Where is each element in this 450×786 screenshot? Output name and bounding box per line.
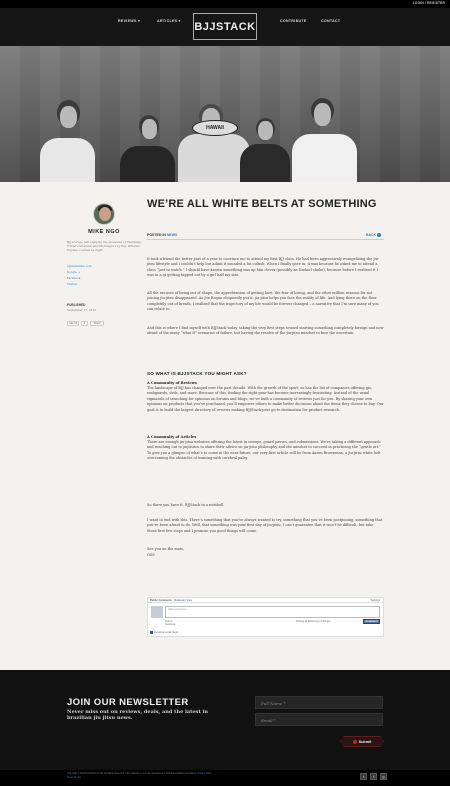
author-link-google[interactable]: Google + xyxy=(67,270,80,274)
back-link[interactable]: BACK xyxy=(366,233,382,238)
published-label: PUBLISHED xyxy=(67,303,86,307)
category-link[interactable]: NEWS xyxy=(167,233,178,237)
author-name: MIKE NGO xyxy=(88,229,120,235)
nav-reviews[interactable]: REVIEWS ▾ xyxy=(118,19,140,23)
footer-copyright: Copyright © 2013 BJJSTACK.COM. All Right… xyxy=(67,773,217,780)
closing-line: So there you have it, BJJStack in a nuts… xyxy=(147,503,225,507)
google-plus-icon[interactable]: g xyxy=(380,773,387,780)
author-link-twitter[interactable]: Twitter xyxy=(67,282,77,286)
person-5-face xyxy=(314,103,331,126)
author-bio: BJJ storage belt enjoying the pleasures … xyxy=(67,240,143,252)
copyright-text: Copyright © 2013 BJJSTACK.COM. All Right… xyxy=(67,773,197,775)
person-5 xyxy=(292,134,357,182)
subheading-articles: A Community of Articles xyxy=(147,435,197,439)
twitter-icon[interactable]: t xyxy=(360,773,367,780)
site-logo[interactable]: BJJSTACK xyxy=(193,13,257,40)
article-paragraph-2: All the excuses of being out of shape, t… xyxy=(147,291,379,312)
comments-title: Public Comments xyxy=(150,599,172,602)
logo-text: BJJSTACK xyxy=(194,20,256,33)
moderator-view-link[interactable]: Moderator View xyxy=(174,599,192,602)
login-register-link[interactable]: LOGIN / REGISTER xyxy=(413,1,445,5)
shirt-print: HAWAII xyxy=(192,120,238,136)
article-title: WE’RE ALL WHITE BELTS AT SOMETHING xyxy=(147,198,377,210)
social-plugin-note: Facebook social plugin xyxy=(150,631,178,634)
comment-input[interactable]: Add a comment... xyxy=(165,606,380,618)
articles-paragraph: There are enough jiu-jitsu websites offe… xyxy=(147,440,382,461)
submit-button[interactable]: Submit xyxy=(340,736,384,747)
commenter-avatar xyxy=(151,606,163,618)
newsletter-heading: JOIN OUR NEWSLETTER xyxy=(67,697,189,708)
tweet-button[interactable]: Tweet xyxy=(90,321,104,326)
person-1 xyxy=(40,138,95,182)
signoff-line: See you on the mats, xyxy=(147,547,185,551)
full-name-input[interactable]: Full Name * xyxy=(255,696,383,709)
subheading-reviews: A Community of Reviews xyxy=(147,381,197,385)
posted-in: POSTED IN NEWS xyxy=(147,233,177,237)
posted-label: POSTED IN xyxy=(147,233,166,237)
top-bar xyxy=(0,0,450,8)
article-paragraph-1: It took a friend the better part of a ye… xyxy=(147,257,380,278)
facebook-icon xyxy=(150,631,153,634)
article-paragraph-3: And this is where I find myself with BJJ… xyxy=(147,326,384,336)
hero-photo: HAWAII xyxy=(0,46,450,182)
person-2-face xyxy=(142,119,157,139)
posting-as[interactable]: Posting as Daniel Guy (Change) xyxy=(296,620,330,623)
comments-widget: Public Comments Moderator View Settings … xyxy=(147,597,384,637)
author-link-facebook[interactable]: Facebook xyxy=(67,276,81,280)
social-plugin-label: Facebook social plugin xyxy=(154,631,179,635)
submit-label: Submit xyxy=(358,739,372,744)
person-4-face xyxy=(258,121,273,140)
reviews-paragraph: The landscape of BJJ has changed over th… xyxy=(147,386,384,412)
comments-settings[interactable]: Settings xyxy=(371,599,380,602)
post-to-facebook-checkbox[interactable]: Post to Facebook xyxy=(165,620,183,626)
nav-articles[interactable]: ARTICLES ▾ xyxy=(157,19,181,23)
person-2 xyxy=(120,146,175,182)
facebook-icon[interactable]: f xyxy=(370,773,377,780)
newsletter-text: Never miss out on reviews, deals, and th… xyxy=(67,709,209,721)
nav-contact[interactable]: CONTACT xyxy=(321,19,340,23)
title-divider xyxy=(147,239,384,240)
nav-contribute[interactable]: CONTRIBUTE xyxy=(280,19,307,23)
person-1-face xyxy=(60,106,77,128)
section-heading: SO WHAT IS BJJSTACK YOU MIGHT ASK? xyxy=(147,371,247,376)
closing-paragraph: I want to end with this. There’s somethi… xyxy=(147,518,383,533)
person-4 xyxy=(240,144,290,182)
signoff-oss: OSS xyxy=(147,553,155,557)
author-avatar[interactable] xyxy=(93,203,115,225)
published-date: September 17, 2013 xyxy=(67,308,96,312)
share-count: 1 xyxy=(81,321,88,326)
author-link-website[interactable]: bjjstackmike.com xyxy=(67,264,92,268)
back-arrow-icon xyxy=(377,233,382,238)
submit-dot-icon xyxy=(352,739,357,744)
email-input[interactable]: Email * xyxy=(255,713,383,726)
back-label: BACK xyxy=(366,233,377,237)
comments-header: Public Comments Moderator View Settings xyxy=(148,598,383,603)
like-button[interactable]: Like 14 xyxy=(67,321,79,326)
comment-button[interactable]: Comment xyxy=(363,619,380,624)
avatar-face xyxy=(99,207,111,221)
